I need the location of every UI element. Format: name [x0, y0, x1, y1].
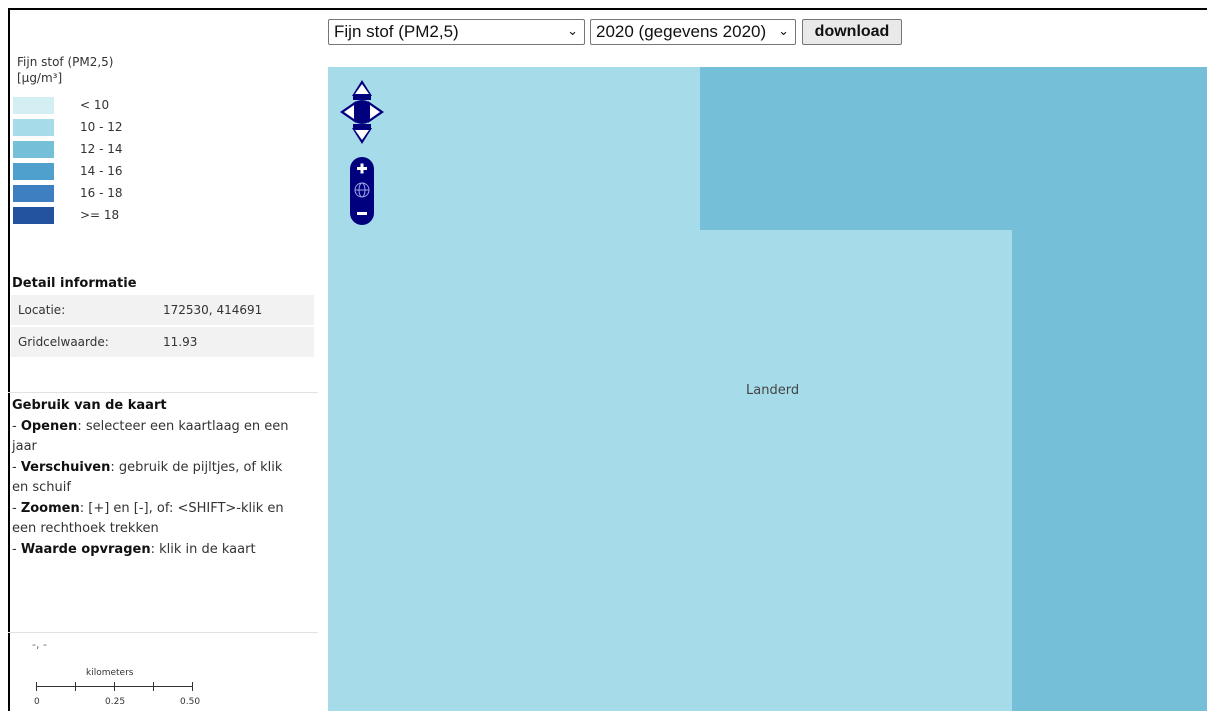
legend-title: Fijn stof (PM2,5) [µg/m³] — [17, 55, 114, 85]
detail-row-location: Locatie: 172530, 414691 — [11, 295, 314, 327]
chevron-down-icon: ⌄ — [778, 23, 789, 38]
detail-row-gridcell: Gridcelwaarde: 11.93 — [11, 327, 314, 359]
scalebar-tick — [153, 682, 154, 691]
scalebar-tick — [75, 682, 76, 691]
place-label: Landerd — [746, 383, 800, 398]
help-text: Gebruik van de kaart - Openen: selecteer… — [12, 396, 302, 560]
zoom-out-icon — [357, 212, 367, 215]
scalebar-tick — [36, 682, 37, 691]
detail-key: Gridcelwaarde: — [18, 335, 109, 349]
legend-swatch — [13, 207, 54, 224]
legend-swatch — [13, 163, 54, 180]
legend-label: 16 - 18 — [80, 186, 123, 200]
detail-heading: Detail informatie — [12, 276, 137, 291]
legend-swatch — [13, 119, 54, 136]
scalebar-tick — [114, 682, 115, 691]
pan-arrows-icon[interactable] — [338, 78, 386, 146]
zoom-control[interactable] — [348, 155, 376, 227]
help-line: - Verschuiven: gebruik de pijltjes, of k… — [12, 459, 283, 496]
scalebar-tick-label: 0.50 — [180, 697, 201, 707]
grid-cell[interactable] — [1012, 230, 1207, 711]
scalebar-unit: kilometers — [86, 668, 134, 678]
legend-label: < 10 — [80, 98, 110, 112]
legend-swatch — [13, 185, 54, 202]
detail-value: 11.93 — [163, 335, 198, 349]
legend-label: >= 18 — [80, 208, 120, 222]
download-button[interactable]: download — [802, 19, 902, 45]
detail-value: 172530, 414691 — [163, 303, 263, 317]
divider — [8, 632, 318, 633]
legend-swatch — [13, 141, 54, 158]
scalebar-tick-label: 0 — [34, 697, 40, 707]
detail-key: Locatie: — [18, 303, 66, 317]
legend-swatch — [13, 97, 54, 114]
detail-table: Locatie: 172530, 414691 Gridcelwaarde: 1… — [11, 295, 314, 359]
scalebar-tick — [192, 682, 193, 691]
legend-label: 10 - 12 — [80, 120, 123, 134]
help-line: - Openen: selecteer een kaartlaag en een… — [12, 418, 289, 455]
scalebar-tick-label: 0.25 — [105, 697, 126, 707]
help-line: - Waarde opvragen: klik in de kaart — [12, 541, 256, 557]
help-heading: Gebruik van de kaart — [12, 398, 167, 413]
year-select[interactable]: 2020 (gegevens 2020) ⌄ — [590, 19, 796, 45]
legend-label: 14 - 16 — [80, 164, 123, 178]
chevron-down-icon: ⌄ — [567, 23, 578, 38]
help-line: - Zoomen: [+] en [-], of: <SHIFT>-klik e… — [12, 500, 284, 537]
year-select-value: 2020 (gegevens 2020) — [596, 22, 767, 41]
layer-select[interactable]: Fijn stof (PM2,5) ⌄ — [328, 19, 585, 45]
grid-cell[interactable] — [700, 67, 1207, 230]
layer-select-value: Fijn stof (PM2,5) — [334, 22, 459, 41]
legend-label: 12 - 14 — [80, 142, 123, 156]
coordinate-readout: -, - — [32, 638, 47, 651]
divider — [8, 392, 318, 393]
